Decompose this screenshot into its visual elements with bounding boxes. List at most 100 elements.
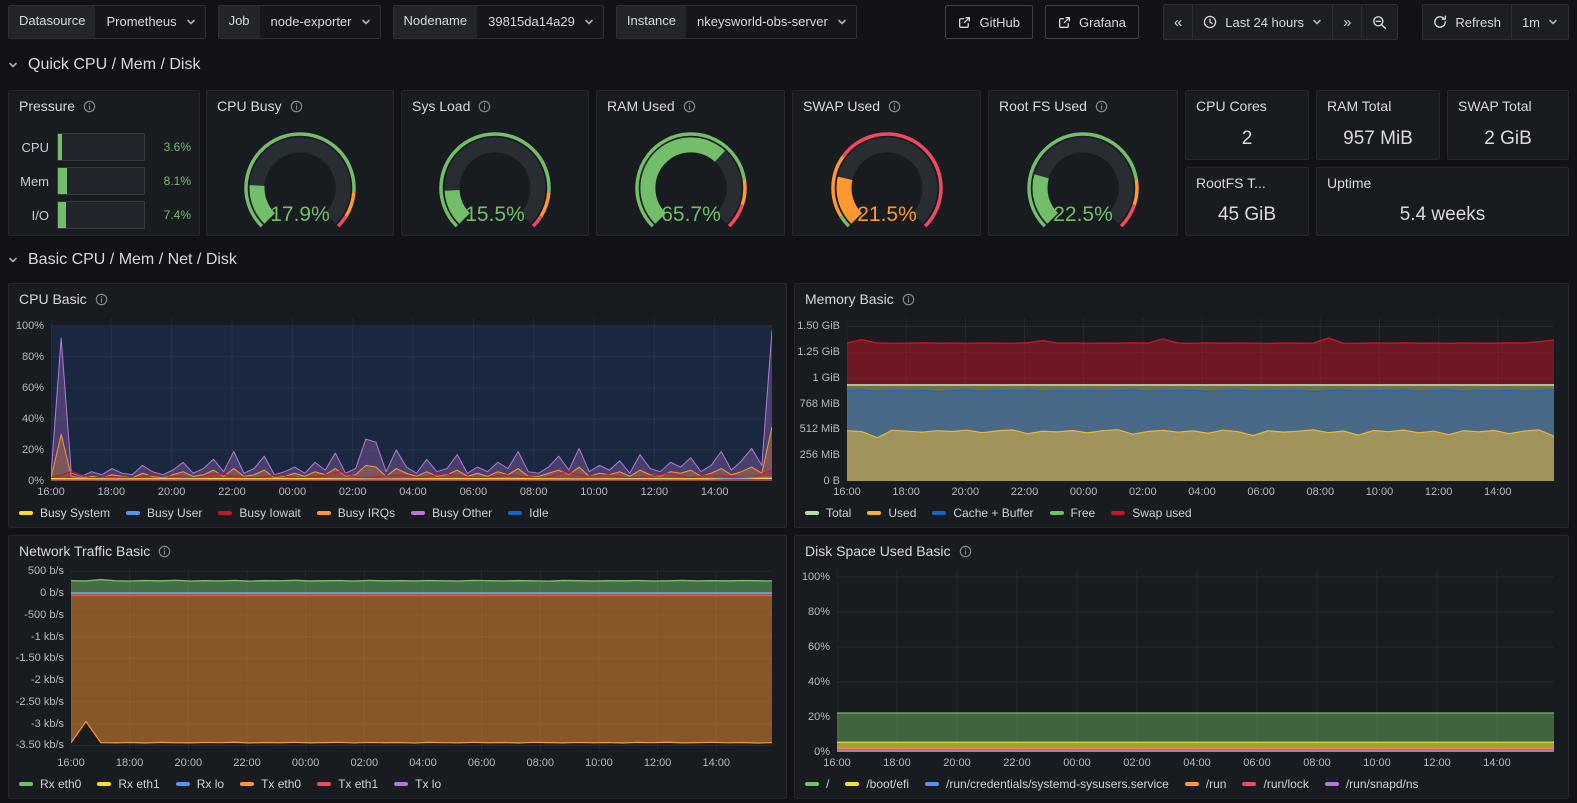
legend-item[interactable]: /boot/efi [845,777,909,791]
refresh-interval-dropdown[interactable]: 1m [1512,5,1568,39]
template-variables: DatasourcePrometheus Jobnode-exporter Node… [8,5,857,39]
panel-title: RootFS T... [1196,175,1266,191]
variable-datasource: DatasourcePrometheus [8,5,206,39]
y-axis-label: 512 MiB [800,423,840,435]
legend-color-dash [867,511,881,515]
x-axis-label: 00:00 [279,486,307,498]
variable-value-dropdown[interactable]: node-exporter [260,6,380,38]
time-shift-forward-button[interactable]: » [1333,5,1362,39]
info-icon[interactable] [83,100,96,113]
chart-plot-area[interactable] [837,570,1554,752]
variable-nodename: Nodename39815da14a29 [393,5,604,39]
legend-color-dash [317,782,331,786]
time-shift-back-button[interactable]: « [1164,5,1193,39]
variable-label: Job [219,6,260,38]
chart-plot-area[interactable] [51,318,772,481]
x-axis-label: 08:00 [1307,486,1335,498]
gauge: 15.5% [402,123,588,233]
legend-item[interactable]: Free [1050,506,1096,520]
x-axis-label: 00:00 [1070,486,1098,498]
pressure-bar-gauge [57,201,145,229]
x-axis-label: 12:00 [641,486,669,498]
legend-color-dash [1050,511,1064,515]
legend-item[interactable]: Busy System [19,506,110,520]
info-icon[interactable] [959,545,972,558]
link-button-github[interactable]: GitHub [945,5,1032,39]
legend-label: /run/credentials/systemd-sysusers.servic… [946,777,1169,791]
pressure-bar-gauge [57,167,145,195]
refresh-button[interactable]: Refresh [1423,5,1512,39]
y-axis-label: 768 MiB [800,398,840,410]
x-axis-label: 14:00 [1484,486,1512,498]
y-axis-label: -2.50 kb/s [16,696,64,708]
zoom-out-button[interactable] [1362,5,1397,39]
variable-value-dropdown[interactable]: nkeysworld-obs-server [686,6,856,38]
legend-item[interactable]: Rx eth0 [19,777,81,791]
info-icon[interactable] [290,100,303,113]
y-axis-label: 60% [22,382,44,394]
legend-item[interactable]: Tx eth0 [240,777,301,791]
info-icon[interactable] [478,100,491,113]
info-icon[interactable] [683,100,696,113]
legend-color-dash [394,782,408,786]
panel-title: SWAP Total [1458,98,1532,114]
info-icon[interactable] [888,100,901,113]
legend-color-dash [240,782,254,786]
legend-label: Tx eth0 [261,777,301,791]
chart-plot-area[interactable] [71,570,772,752]
legend-item[interactable]: Busy Other [411,506,492,520]
legend-item[interactable]: Total [805,506,851,520]
stat-value: 2 GiB [1448,128,1568,150]
legend-item[interactable]: /run/snapd/ns [1325,777,1419,791]
panel-title: CPU Cores [1196,98,1267,114]
section-header-quick[interactable]: Quick CPU / Mem / Disk [8,52,200,78]
legend-item[interactable]: /run/credentials/systemd-sysusers.servic… [925,777,1169,791]
legend-item[interactable]: Rx lo [176,777,224,791]
x-axis-label: 22:00 [1003,757,1031,769]
legend-item[interactable]: Tx eth1 [317,777,378,791]
legend-item[interactable]: Idle [508,506,548,520]
stat-value: 45 GiB [1186,204,1308,226]
legend-item[interactable]: Cache + Buffer [932,506,1033,520]
x-axis-label: 16:00 [823,757,851,769]
legend-item[interactable]: / [805,777,829,791]
x-axis-label: 12:00 [1425,486,1453,498]
x-axis-label: 12:00 [644,757,672,769]
legend-item[interactable]: /run [1185,777,1227,791]
pressure-label: CPU [17,140,49,155]
x-axis-label: 04:00 [409,757,437,769]
legend-item[interactable]: Busy User [126,506,202,520]
chart-plot-area[interactable] [847,318,1554,481]
legend-color-dash [317,511,331,515]
panel-stat-rootfs-t-: RootFS T... 45 GiB [1185,167,1309,236]
gauge-value: 65.7% [661,203,721,226]
legend-label: Rx eth1 [118,777,159,791]
legend-item[interactable]: Busy IRQs [317,506,395,520]
info-icon[interactable] [158,545,171,558]
time-range-picker[interactable]: Last 24 hours [1193,5,1333,39]
legend-item[interactable]: Tx lo [394,777,441,791]
variable-label: Datasource [9,6,95,38]
info-icon[interactable] [95,293,108,306]
x-axis-label: 14:00 [703,757,731,769]
link-button-grafana[interactable]: Grafana [1045,5,1139,39]
panel-title: Root FS Used [999,98,1087,114]
legend-item[interactable]: Swap used [1111,506,1191,520]
section-title: Basic CPU / Mem / Net / Disk [28,251,237,269]
y-axis-label: 40% [22,413,44,425]
x-axis-label: 02:00 [1129,486,1157,498]
variable-value-dropdown[interactable]: Prometheus [95,6,204,38]
info-icon[interactable] [1095,100,1108,113]
clock-icon [1203,15,1217,29]
legend-item[interactable]: /run/lock [1242,777,1308,791]
x-axis-label: 08:00 [527,757,555,769]
legend-item[interactable]: Busy Iowait [218,506,300,520]
info-icon[interactable] [902,293,915,306]
legend-item[interactable]: Rx eth1 [97,777,159,791]
legend-item[interactable]: Used [867,506,916,520]
legend-label: Busy System [40,506,110,520]
variable-value-dropdown[interactable]: 39815da14a29 [477,6,603,38]
chart-legend: Rx eth0 Rx eth1 Rx lo Tx eth0 Tx eth1 Tx lo [19,772,778,796]
panel-cpu-basic: CPU Basic0%20%40%60%80%100%16:0018:0020:… [8,283,787,528]
section-header-basic[interactable]: Basic CPU / Mem / Net / Disk [8,247,237,273]
